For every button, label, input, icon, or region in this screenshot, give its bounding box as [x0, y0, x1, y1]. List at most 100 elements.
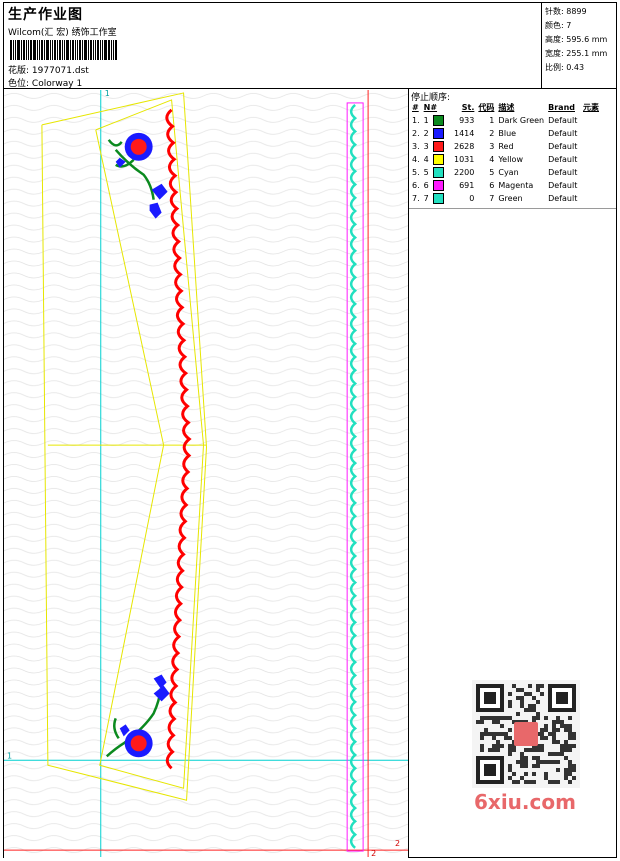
stat-scale: 比例: 0.43 — [545, 63, 585, 72]
row-needle-text: 2 — [423, 129, 429, 138]
colorway-value: Colorway 1 — [31, 79, 83, 89]
color-swatch — [432, 115, 444, 126]
row-code: 4 — [476, 153, 496, 166]
row-code: 1 — [476, 114, 496, 127]
row-brand: Default — [546, 114, 581, 127]
row-brand: Default — [546, 140, 581, 153]
row-index: 5. — [410, 166, 422, 179]
row-element — [581, 140, 601, 153]
color-swatch — [432, 128, 444, 139]
row-index: 2. — [410, 127, 422, 140]
colorway-line: 色位: Colorway 1 — [8, 76, 82, 89]
row-stitches: 2200 — [446, 166, 477, 179]
color-table-row[interactable]: 7. 7 0 7 Green Default — [410, 192, 601, 205]
col-code: 代码 — [478, 103, 495, 112]
color-table-row[interactable]: 5. 5 2200 5 Cyan Default — [410, 166, 601, 179]
design-value: 1977071.dst — [31, 66, 89, 76]
row-stitches: 1031 — [446, 153, 477, 166]
stat-stitches: 针数: 8899 — [545, 7, 587, 16]
row-brand: Default — [546, 153, 581, 166]
row-stitches-text: 1414 — [454, 129, 475, 138]
stat-height: 高度: 595.6 mm — [545, 35, 608, 44]
color-table-row[interactable]: 4. 4 1031 4 Yellow Default — [410, 153, 601, 166]
color-swatch — [432, 141, 444, 152]
color-table-header: # N# St. 代码 描述 Brand 元素 — [410, 101, 601, 114]
row-description-text: Red — [498, 142, 514, 151]
row-brand: Default — [546, 192, 581, 205]
row-description-text: Yellow — [498, 155, 523, 164]
col-description: 描述 — [498, 103, 515, 112]
row-stitches-text: 1031 — [454, 155, 475, 164]
row-needle: 1 — [422, 114, 446, 127]
design-label: 花版: — [8, 66, 30, 76]
color-table-row[interactable]: 1. 1 933 1 Dark Green Default — [410, 114, 601, 127]
row-description: Blue — [496, 127, 546, 140]
guide-label-bottom: 2 — [371, 849, 376, 858]
color-table: # N# St. 代码 描述 Brand 元素 1. 1 933 1 Dark Gree… — [410, 101, 601, 205]
header-panel: 生产作业图 Wilcom(汇 宏) 绣饰工作室 花版: 1977071.dst … — [4, 3, 542, 89]
stat-colors: 颜色: 7 — [545, 21, 572, 30]
color-table-row[interactable]: 6. 6 691 6 Magenta Default — [410, 179, 601, 192]
design-line: 花版: 1977071.dst — [8, 63, 89, 76]
color-swatch — [432, 154, 444, 165]
row-description: Magenta — [496, 179, 546, 192]
color-table-row[interactable]: 3. 3 2628 3 Red Default — [410, 140, 601, 153]
stats-panel: 针数: 8899 颜色: 7 高度: 595.6 mm 宽度: 255.1 mm… — [541, 3, 616, 89]
page-title: 生产作业图 — [8, 7, 83, 23]
row-needle-text: 5 — [423, 168, 429, 177]
row-needle-text: 6 — [423, 181, 429, 190]
row-description: Red — [496, 140, 546, 153]
row-description-text: Green — [498, 194, 523, 203]
row-code: 7 — [476, 192, 496, 205]
row-stitches: 2628 — [446, 140, 477, 153]
row-index: 6. — [410, 179, 422, 192]
row-code: 2 — [476, 127, 496, 140]
row-needle-text: 3 — [423, 142, 429, 151]
row-brand-text: Default — [548, 181, 578, 190]
color-table-row[interactable]: 2. 2 1414 2 Blue Default — [410, 127, 601, 140]
color-swatch — [432, 180, 444, 191]
row-needle: 2 — [422, 127, 446, 140]
row-code-text: 6 — [489, 181, 495, 190]
col-brand: Brand — [548, 103, 575, 112]
row-stitches-text: 933 — [459, 116, 475, 125]
row-needle: 4 — [422, 153, 446, 166]
colorway-label: 色位: — [8, 79, 30, 89]
design-canvas[interactable]: 1 1 2 2 — [4, 89, 409, 858]
row-description: Green — [496, 192, 546, 205]
row-stitches: 0 — [446, 192, 477, 205]
row-stitches-text: 2200 — [454, 168, 475, 177]
stat-width: 宽度: 255.1 mm — [545, 49, 608, 58]
row-description: Dark Green — [496, 114, 546, 127]
row-element — [581, 166, 601, 179]
row-stitches-text: 2628 — [454, 142, 475, 151]
barcode — [10, 40, 118, 60]
row-needle-text: 1 — [423, 116, 429, 125]
guide-label-left: 1 — [7, 751, 12, 760]
row-stitches: 691 — [446, 179, 477, 192]
color-swatch — [432, 193, 444, 204]
row-needle-text: 4 — [423, 155, 429, 164]
row-brand: Default — [546, 127, 581, 140]
row-element — [581, 153, 601, 166]
color-swatch — [432, 167, 444, 178]
row-element — [581, 192, 601, 205]
row-brand-text: Default — [548, 142, 578, 151]
row-description: Yellow — [496, 153, 546, 166]
row-code-text: 7 — [489, 194, 495, 203]
row-description-text: Magenta — [498, 181, 534, 190]
fabric-texture: 1 1 2 2 — [4, 89, 408, 858]
row-element — [581, 114, 601, 127]
row-index: 1. — [410, 114, 422, 127]
row-needle: 3 — [422, 140, 446, 153]
row-code-text: 4 — [489, 155, 495, 164]
row-code-text: 1 — [489, 116, 495, 125]
row-brand-text: Default — [548, 168, 578, 177]
row-stitches-text: 0 — [469, 194, 475, 203]
row-index: 4. — [410, 153, 422, 166]
row-brand: Default — [546, 179, 581, 192]
stop-sequence-panel: 停止顺序: # N# St. 代码 描述 Brand 元素 1. 1 933 1 Dar… — [409, 89, 616, 209]
qr-code — [472, 680, 580, 788]
row-needle: 6 — [422, 179, 446, 192]
row-index-text: 4. — [412, 155, 420, 164]
